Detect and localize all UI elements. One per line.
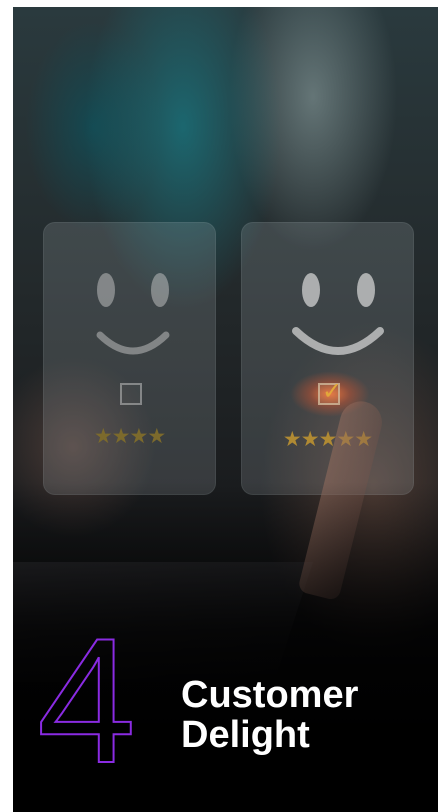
section-title: Customer Delight <box>181 675 358 755</box>
title-line-2: Delight <box>181 714 310 756</box>
feature-card: ★★★★ ✓ ★★★★★ 4 Customer Delight <box>13 7 438 812</box>
title-line-1: Customer <box>181 674 359 716</box>
step-number-outline: 4 <box>36 632 137 767</box>
smiley-face-icon <box>292 273 384 355</box>
rating-card-four-stars[interactable]: ★★★★ <box>43 222 216 495</box>
checkmark-icon: ✓ <box>322 377 343 405</box>
rating-checkbox-unchecked[interactable] <box>120 383 142 405</box>
five-star-rating: ★★★★★ <box>282 427 373 451</box>
rating-card-five-stars[interactable]: ✓ ★★★★★ <box>241 222 414 495</box>
rating-checkbox-checked[interactable]: ✓ <box>318 379 342 405</box>
four-star-rating: ★★★★ <box>93 424 166 448</box>
smiley-face-icon <box>96 273 170 355</box>
svg-text:4: 4 <box>37 632 136 767</box>
